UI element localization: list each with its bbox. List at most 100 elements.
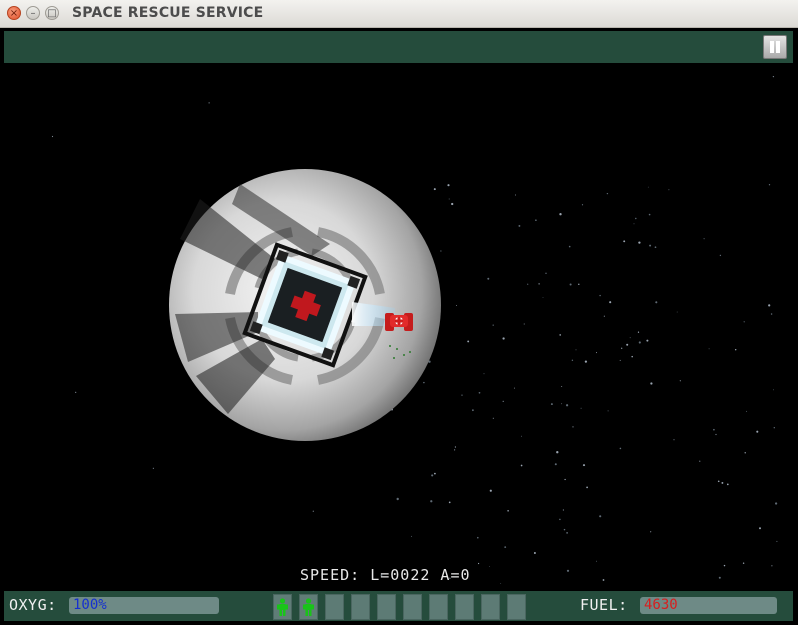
star xyxy=(492,417,494,419)
star xyxy=(571,359,574,361)
star xyxy=(489,489,492,492)
game-viewport[interactable] xyxy=(0,64,798,591)
pause-button[interactable] xyxy=(763,35,787,59)
star xyxy=(668,189,670,191)
pause-icon-bar xyxy=(776,41,780,53)
star xyxy=(504,546,507,548)
oxygen-label: OXYG: xyxy=(9,596,57,614)
star xyxy=(768,304,771,307)
star xyxy=(734,348,737,351)
star xyxy=(586,486,588,489)
star xyxy=(638,241,641,244)
star xyxy=(596,560,597,562)
space-station[interactable] xyxy=(169,169,441,441)
star xyxy=(770,313,773,315)
star xyxy=(715,433,717,436)
star xyxy=(454,446,456,448)
fuel-bar: 4630 xyxy=(640,597,777,614)
star xyxy=(772,389,774,391)
star xyxy=(75,391,77,393)
star xyxy=(581,204,584,206)
star xyxy=(719,254,722,257)
star xyxy=(648,213,651,216)
star xyxy=(430,500,433,503)
maximize-window-button[interactable]: □ xyxy=(45,6,59,20)
star xyxy=(423,381,425,384)
star xyxy=(527,283,529,285)
star xyxy=(655,301,658,304)
star xyxy=(578,283,580,286)
star xyxy=(208,102,210,104)
star xyxy=(535,219,537,222)
rescue-slot xyxy=(351,594,370,620)
rescue-slot xyxy=(507,594,526,620)
star xyxy=(742,562,745,564)
star xyxy=(448,198,450,200)
star xyxy=(726,483,729,486)
star xyxy=(478,391,481,394)
rescue-slot xyxy=(429,594,448,620)
star xyxy=(507,510,509,512)
star xyxy=(773,427,775,429)
star xyxy=(582,464,586,467)
star xyxy=(723,564,726,567)
star xyxy=(676,311,678,313)
rescue-slot xyxy=(299,594,318,620)
star xyxy=(746,410,748,412)
star xyxy=(619,447,622,450)
star xyxy=(584,360,588,363)
star xyxy=(477,536,479,539)
star xyxy=(774,502,778,505)
star xyxy=(542,297,544,298)
star xyxy=(448,501,451,504)
star xyxy=(606,192,609,195)
star xyxy=(623,240,626,243)
speed-readout: SPEED: L=0022 A=0 xyxy=(300,566,471,584)
star xyxy=(637,331,640,333)
star xyxy=(596,352,597,354)
star xyxy=(492,324,494,326)
pause-icon xyxy=(770,41,774,53)
star xyxy=(545,272,547,275)
top-panel xyxy=(4,31,793,63)
star xyxy=(679,380,681,382)
star xyxy=(566,569,570,572)
star xyxy=(559,334,562,336)
oxygen-bar: 100% xyxy=(69,597,219,614)
star xyxy=(559,213,562,216)
star xyxy=(603,315,605,317)
close-window-button[interactable]: × xyxy=(7,6,21,20)
star xyxy=(564,478,566,481)
rescue-slot xyxy=(403,594,422,620)
star xyxy=(556,451,559,454)
star xyxy=(572,426,574,428)
star xyxy=(562,509,565,511)
star xyxy=(521,435,522,437)
star xyxy=(599,294,601,297)
star xyxy=(461,394,463,396)
minimize-window-button[interactable]: – xyxy=(26,6,40,20)
star xyxy=(575,349,577,351)
star xyxy=(455,305,457,307)
star xyxy=(633,223,635,225)
star xyxy=(744,452,746,454)
star xyxy=(718,576,721,579)
star xyxy=(451,202,454,206)
window-titlebar: × – □ SPACE RESCUE SERVICE xyxy=(0,0,798,28)
window-title: SPACE RESCUE SERVICE xyxy=(72,5,264,21)
star xyxy=(708,348,710,350)
star xyxy=(152,467,154,469)
star xyxy=(631,355,633,358)
star xyxy=(673,439,675,441)
star xyxy=(561,386,563,388)
star xyxy=(431,474,434,477)
star xyxy=(602,579,605,581)
star xyxy=(447,184,450,187)
star xyxy=(626,343,629,346)
star xyxy=(703,238,705,240)
star xyxy=(776,540,778,542)
rescue-slot xyxy=(377,594,396,620)
rescue-slot xyxy=(481,594,500,620)
star xyxy=(487,277,490,280)
star xyxy=(533,552,536,554)
